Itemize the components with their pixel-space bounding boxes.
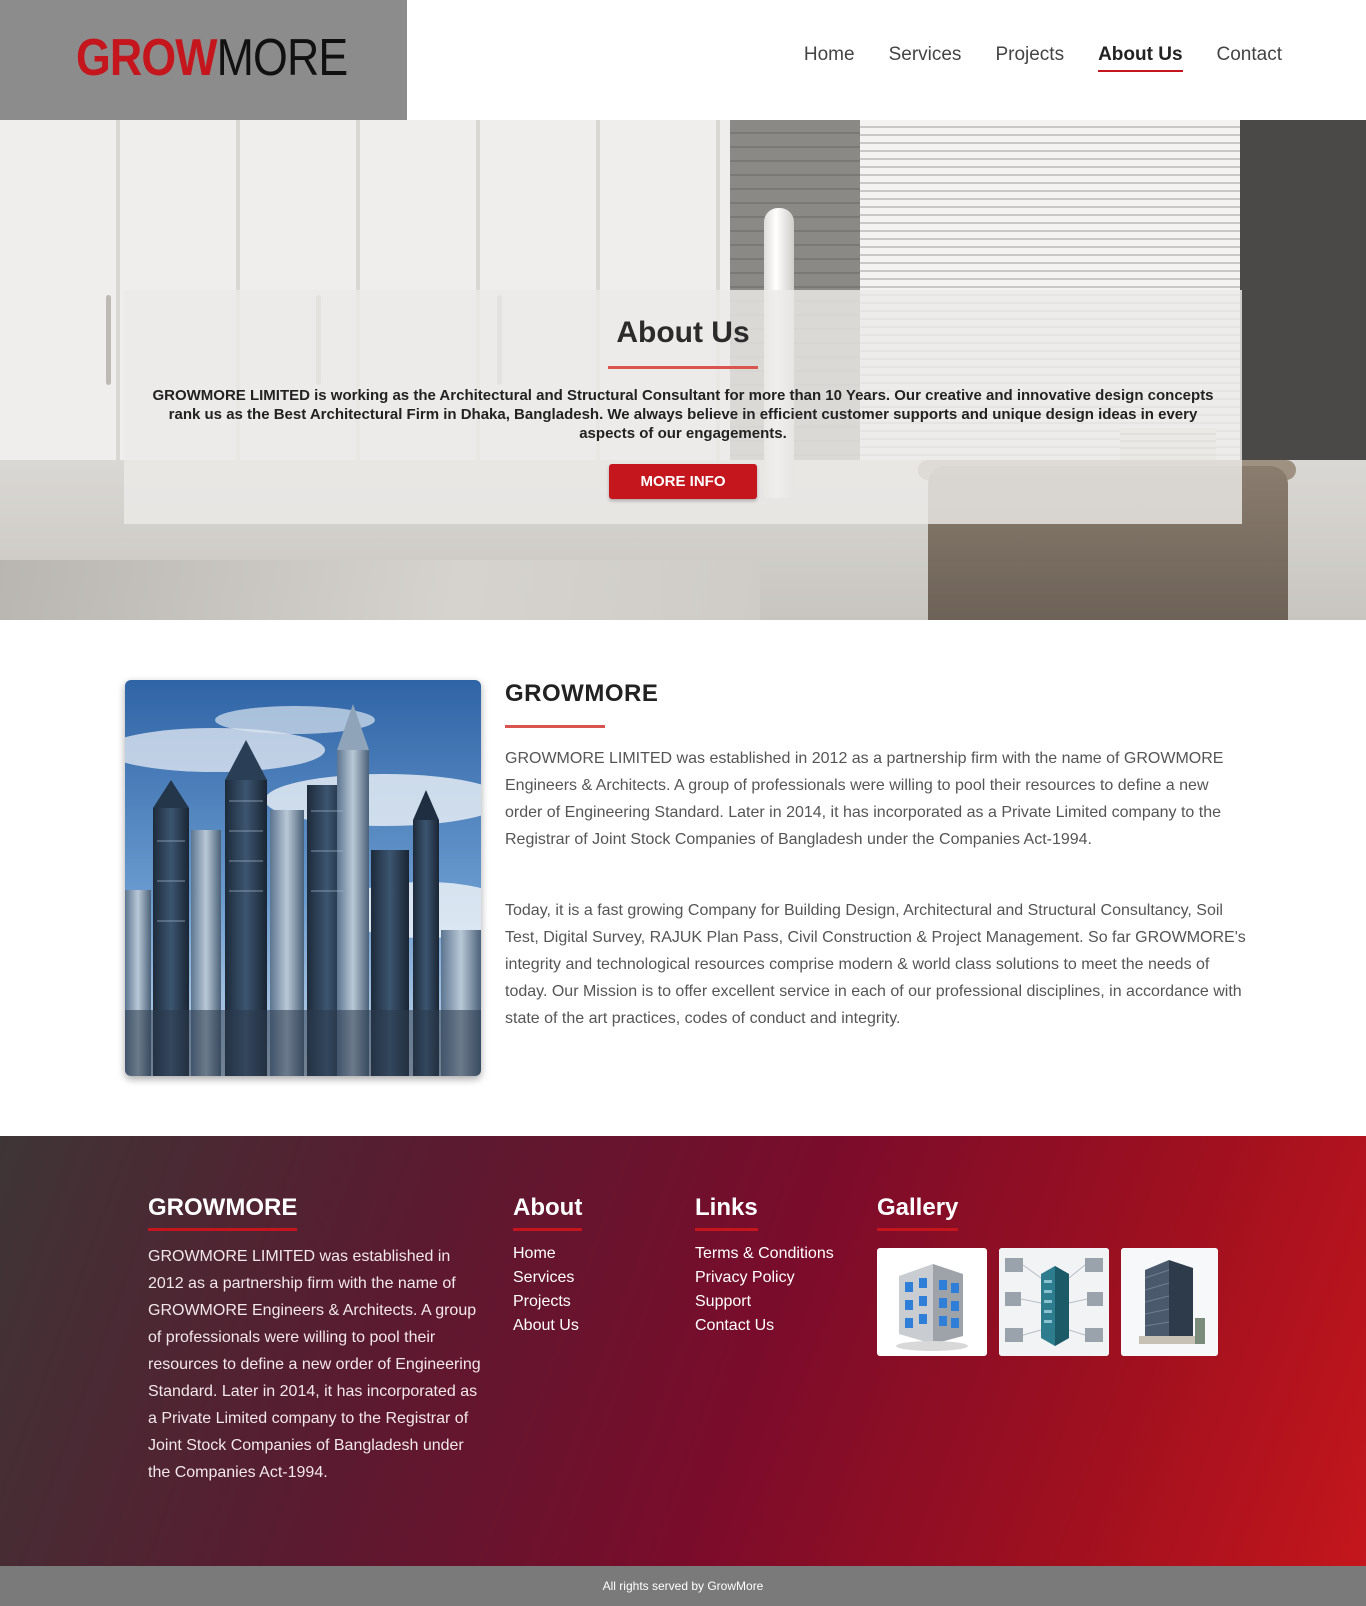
about-paragraph-history: GROWMORE LIMITED was established in 2012… [505,750,1224,848]
footer-heading-divider [695,1228,758,1231]
footer-gallery-heading: Gallery [877,1194,959,1221]
footer-link-privacy[interactable]: Privacy Policy [695,1266,865,1290]
footer-link-services[interactable]: Services [513,1266,663,1290]
gallery-isometric-city-icon[interactable] [999,1248,1109,1356]
footer-company-heading: GROWMORE [148,1194,298,1221]
about-paragraph-services: Today, it is a fast growing Company for … [505,902,1246,1027]
footer-gallery [877,1248,1237,1356]
gallery-office-building-icon[interactable] [877,1248,987,1356]
footer-link-home[interactable]: Home [513,1242,663,1266]
footer-gallery-heading-wrap: Gallery [877,1194,959,1231]
copyright-bar: All rights served by GrowMore [0,1566,1366,1606]
nav-services[interactable]: Services [889,44,962,72]
about-section-title: GROWMORE [505,680,659,707]
footer-link-terms[interactable]: Terms & Conditions [695,1242,865,1266]
footer-company-heading-wrap: GROWMORE [148,1194,298,1231]
footer-link-projects[interactable]: Projects [513,1290,663,1314]
city-skyline-image [125,680,481,1076]
hero-title: About Us [616,316,750,349]
footer-about-heading-wrap: About [513,1194,583,1231]
site-header: GROWMORE Home Services Projects About Us… [0,0,1366,120]
footer-links-column: Links Terms & Conditions Privacy Policy … [695,1194,865,1338]
footer-gallery-column: Gallery [877,1194,1237,1356]
logo-area: GROWMORE [0,0,407,120]
site-logo[interactable]: GROWMORE [76,28,349,88]
footer-heading-divider [148,1228,298,1231]
footer-company-text: GROWMORE LIMITED was established in 2012… [148,1248,481,1481]
footer-links-heading-wrap: Links [695,1194,758,1231]
footer-about-column: About Home Services Projects About Us [513,1194,663,1338]
footer-about-heading: About [513,1194,583,1221]
nav-home[interactable]: Home [804,44,855,72]
footer-about-links: Home Services Projects About Us [513,1242,663,1338]
more-info-button[interactable]: MORE INFO [609,464,757,499]
footer-link-about-us[interactable]: About Us [513,1314,663,1338]
nav-contact[interactable]: Contact [1217,44,1282,72]
cabinet-handle [106,295,111,385]
footer-heading-divider [513,1228,583,1231]
footer-link-support[interactable]: Support [695,1290,865,1314]
hero-description: GROWMORE LIMITED is working as the Archi… [152,387,1214,442]
hero-card: About Us GROWMORE LIMITED is working as … [124,290,1242,524]
logo-text-grow: GROW [76,29,217,87]
footer-links-heading: Links [695,1194,758,1221]
footer-heading-divider [877,1228,959,1231]
site-footer: GROWMORE GROWMORE LIMITED was establishe… [0,1136,1366,1566]
logo-text-more: MORE [216,29,349,87]
footer-link-contact-us[interactable]: Contact Us [695,1314,865,1338]
footer-company-column: GROWMORE GROWMORE LIMITED was establishe… [148,1194,490,1486]
footer-links-list: Terms & Conditions Privacy Policy Suppor… [695,1242,865,1338]
about-title-divider [505,725,605,728]
nav-projects[interactable]: Projects [995,44,1064,72]
hero-banner: About Us GROWMORE LIMITED is working as … [0,120,1366,620]
hero-title-divider [608,366,758,369]
nav-about-us[interactable]: About Us [1098,44,1183,72]
hero-background-floor-light [0,560,760,620]
gallery-skyscraper-photo[interactable] [1121,1248,1218,1356]
main-nav: Home Services Projects About Us Contact [804,44,1282,72]
